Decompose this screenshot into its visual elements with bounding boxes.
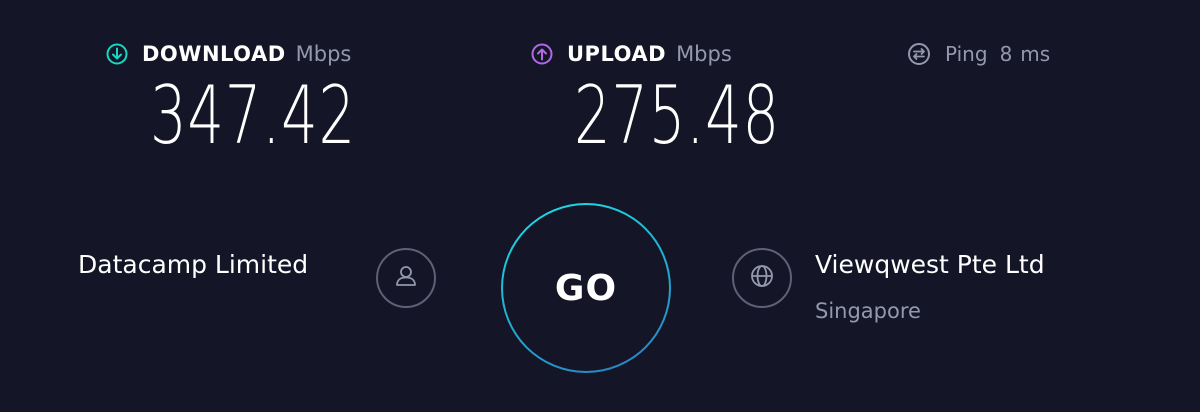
ping-label: Ping [945, 42, 988, 66]
upload-value: 275.48 [574, 69, 780, 162]
upload-unit: Mbps [676, 42, 732, 66]
server-name[interactable]: Viewqwest Pte Ltd [815, 250, 1045, 279]
go-button[interactable]: GO [501, 203, 671, 373]
server-icon-button[interactable] [732, 248, 792, 308]
ping-unit: ms [1020, 42, 1051, 66]
isp-name: Datacamp Limited [78, 250, 309, 279]
download-arrow-icon [106, 43, 128, 65]
download-value: 347.42 [150, 69, 356, 162]
upload-header: UPLOAD Mbps [531, 39, 732, 69]
ping-row: Ping 8 ms [907, 39, 1050, 69]
isp-icon-button[interactable] [376, 248, 436, 308]
globe-icon [748, 262, 776, 294]
download-label: DOWNLOAD [142, 42, 286, 66]
go-label: GO [554, 267, 618, 309]
download-header: DOWNLOAD Mbps [106, 39, 351, 69]
download-unit: Mbps [295, 42, 352, 66]
user-icon [392, 262, 420, 294]
ping-value: 8 [999, 42, 1013, 66]
ping-icon [907, 42, 931, 66]
upload-label: UPLOAD [567, 42, 667, 66]
upload-arrow-icon [531, 43, 553, 65]
server-location: Singapore [815, 299, 921, 323]
